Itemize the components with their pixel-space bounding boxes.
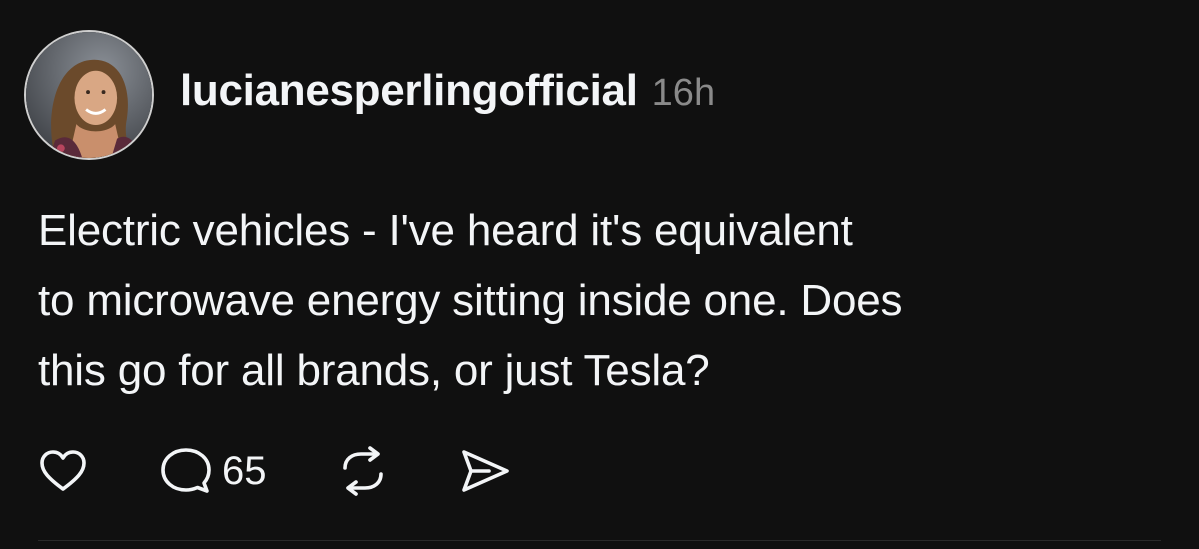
share-button[interactable]: [459, 448, 511, 494]
post-timestamp[interactable]: 16h: [652, 72, 715, 115]
comment-icon: [161, 448, 211, 493]
post-divider: [38, 540, 1161, 541]
profile-photo: [26, 32, 152, 158]
post-text-line: Electric vehicles - I've heard it's equi…: [38, 206, 853, 255]
reply-button[interactable]: 65: [160, 446, 267, 496]
action-bar: 65: [38, 444, 511, 498]
like-button[interactable]: [38, 448, 88, 494]
post-header: lucianesperlingofficial 16h: [180, 66, 715, 122]
post-text-line: this go for all brands, or just Tesla?: [38, 346, 710, 395]
reply-count: 65: [222, 448, 267, 493]
heart-icon: [40, 450, 86, 491]
thread-post: lucianesperlingofficial 16h Electric veh…: [0, 0, 1199, 549]
avatar[interactable]: [24, 30, 154, 160]
post-text-line: to microwave energy sitting inside one. …: [38, 276, 903, 325]
post-text: Electric vehicles - I've heard it's equi…: [38, 196, 1168, 406]
repost-icon: [342, 446, 383, 496]
repost-button[interactable]: [337, 446, 389, 496]
send-icon: [461, 450, 509, 492]
username-link[interactable]: lucianesperlingofficial: [180, 66, 638, 116]
